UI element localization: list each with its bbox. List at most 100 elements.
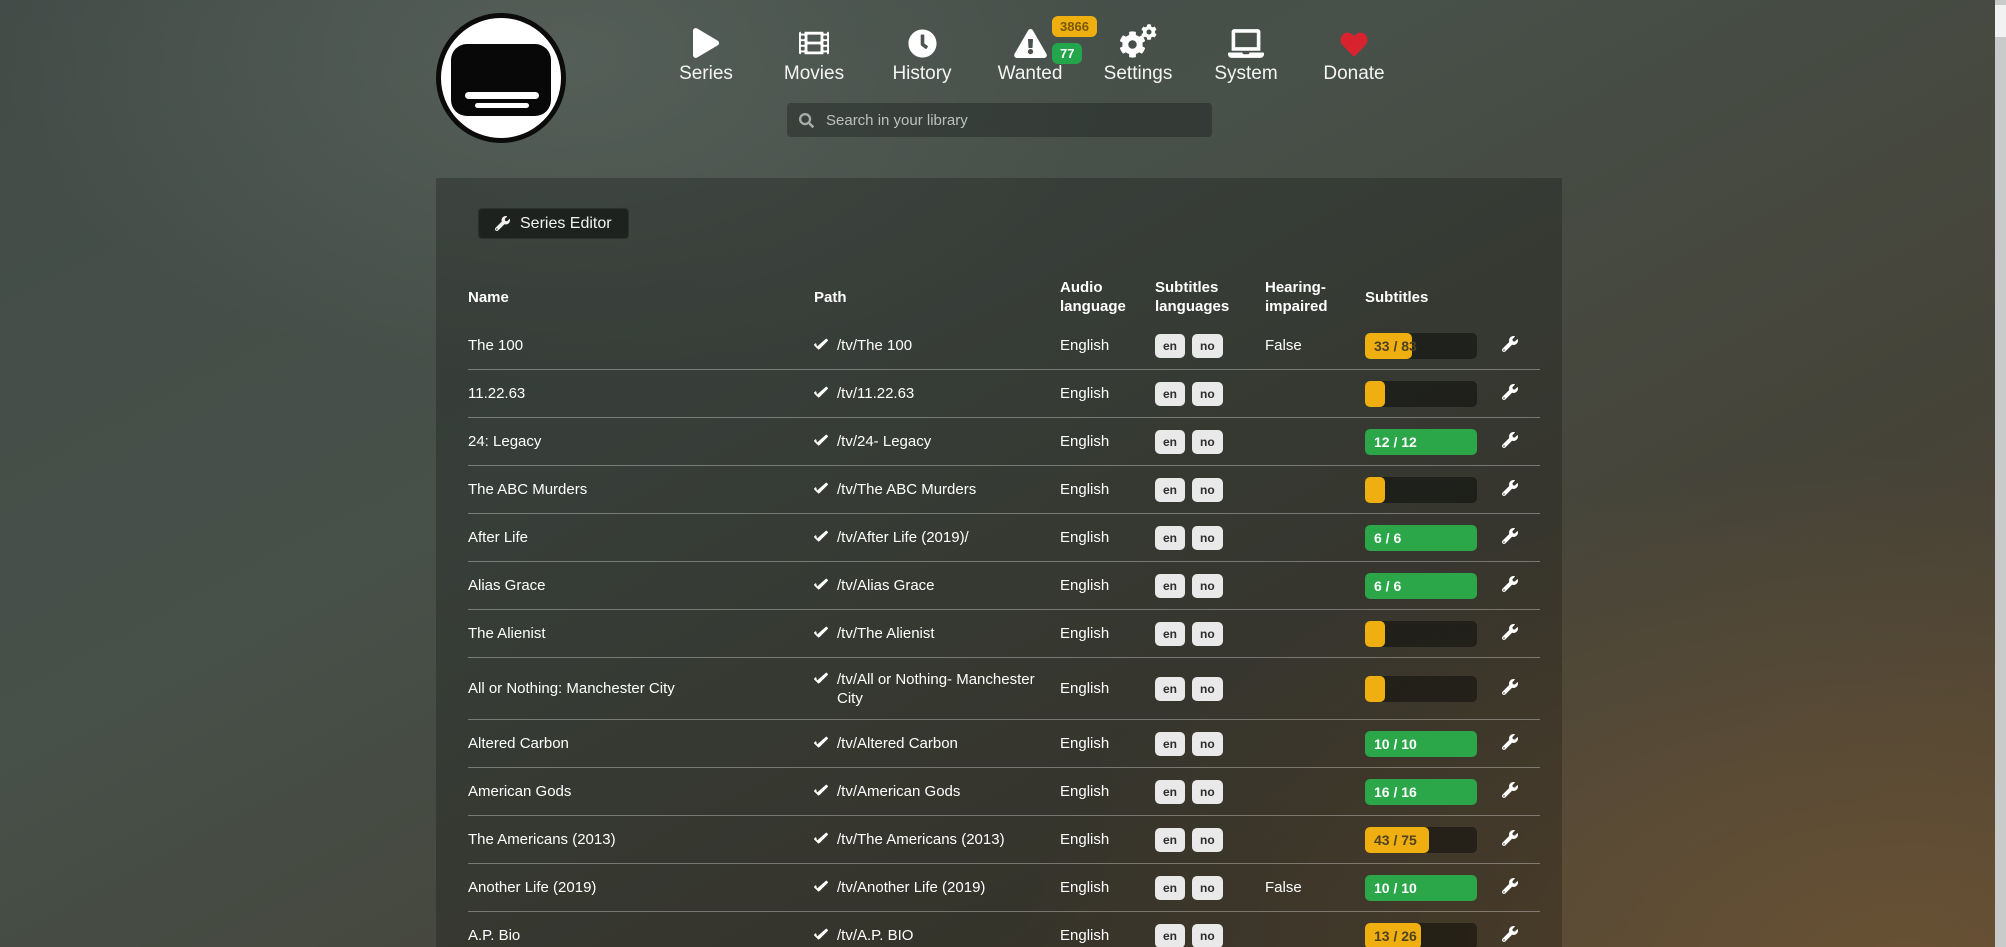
subtitle-language-badge: en	[1155, 334, 1185, 358]
series-path: /tv/11.22.63	[814, 384, 1060, 403]
logo-subtitle-line-1	[465, 92, 539, 99]
nav-item-system[interactable]: System	[1192, 20, 1300, 85]
subtitles-progress-text: 10 / 10	[1365, 736, 1417, 752]
nav-label: Movies	[784, 63, 844, 85]
subtitle-language-badge: no	[1192, 876, 1223, 900]
subtitles-progress-text: 6 / 6	[1365, 578, 1401, 594]
series-path-text: /tv/Alias Grace	[837, 576, 935, 595]
edit-series-button[interactable]	[1490, 384, 1540, 404]
nav-item-donate[interactable]: Donate	[1300, 20, 1408, 85]
series-name[interactable]: Altered Carbon	[468, 735, 814, 752]
subtitles-progress: 6 / 6	[1365, 525, 1490, 551]
nav-item-movies[interactable]: Movies	[760, 20, 868, 85]
subtitle-language-badge: en	[1155, 876, 1185, 900]
subtitles-progress: 43 / 75	[1365, 827, 1490, 853]
series-name[interactable]: 11.22.63	[468, 385, 814, 402]
check-icon	[814, 626, 828, 640]
subtitles-progress-bar: 6 / 6	[1365, 573, 1477, 599]
search-input[interactable]	[826, 112, 1200, 129]
edit-series-button[interactable]	[1490, 576, 1540, 596]
subtitles-progress-bar: 10 / 10	[1365, 875, 1477, 901]
series-name[interactable]: Another Life (2019)	[468, 879, 814, 896]
series-name[interactable]: A.P. Bio	[468, 927, 814, 944]
subtitle-language-badge: no	[1192, 828, 1223, 852]
nav-item-series[interactable]: Series	[652, 20, 760, 85]
wrench-icon	[495, 216, 510, 231]
page-scrollbar-track[interactable]	[1995, 0, 2006, 947]
subtitles-progress-bar	[1365, 676, 1477, 702]
audio-language: English	[1060, 831, 1155, 848]
subtitle-language-badge: no	[1192, 732, 1223, 756]
edit-series-button[interactable]	[1490, 528, 1540, 548]
subtitles-progress: 16 / 16	[1365, 779, 1490, 805]
edit-series-button[interactable]	[1490, 432, 1540, 452]
check-icon	[814, 482, 828, 496]
subtitles-progress: 6 / 6	[1365, 573, 1490, 599]
series-path-text: /tv/The Americans (2013)	[837, 830, 1005, 849]
nav-item-settings[interactable]: Settings	[1084, 20, 1192, 85]
subtitles-progress-text: 33 / 83	[1365, 338, 1417, 354]
nav-label: Donate	[1323, 63, 1384, 85]
edit-series-button[interactable]	[1490, 336, 1540, 356]
edit-series-button[interactable]	[1490, 830, 1540, 850]
series-table-body: The 100 /tv/The 100 English enno False 3…	[468, 322, 1540, 947]
wrench-icon	[1502, 878, 1518, 894]
edit-series-button[interactable]	[1490, 878, 1540, 898]
nav-item-history[interactable]: History	[868, 20, 976, 85]
series-name[interactable]: The Americans (2013)	[468, 831, 814, 848]
series-path: /tv/The Alienist	[814, 624, 1060, 643]
subtitles-progress-bar: 43 / 75	[1365, 827, 1477, 853]
table-row: Altered Carbon /tv/Altered Carbon Englis…	[468, 720, 1540, 768]
subtitle-language-badge: no	[1192, 430, 1223, 454]
subtitle-language-badge: no	[1192, 478, 1223, 502]
subtitles-progress-text: 16 / 16	[1365, 784, 1417, 800]
nav-label: System	[1214, 63, 1277, 85]
subtitles-progress: 10 / 10	[1365, 731, 1490, 757]
series-path: /tv/Alias Grace	[814, 576, 1060, 595]
table-row: The ABC Murders /tv/The ABC Murders Engl…	[468, 466, 1540, 514]
wrench-icon	[1502, 432, 1518, 448]
page-scrollbar-thumb[interactable]	[1995, 5, 2006, 37]
series-name[interactable]: The 100	[468, 337, 814, 354]
nav-item-wanted[interactable]: Wanted 3866 77	[976, 20, 1084, 85]
subtitles-progress-fill: 12 / 12	[1365, 429, 1477, 455]
hearing-impaired-value: False	[1265, 879, 1365, 896]
edit-series-button[interactable]	[1490, 624, 1540, 644]
subtitle-languages: enno	[1155, 677, 1265, 701]
subtitle-languages: enno	[1155, 876, 1265, 900]
series-name[interactable]: Alias Grace	[468, 577, 814, 594]
edit-series-button[interactable]	[1490, 926, 1540, 946]
series-name[interactable]: After Life	[468, 529, 814, 546]
subtitle-language-badge: no	[1192, 382, 1223, 406]
subtitles-progress-fill: 10 / 10	[1365, 875, 1477, 901]
column-header-subtitles-languages: Subtitles languages	[1155, 278, 1265, 316]
wrench-icon	[1502, 926, 1518, 942]
edit-series-button[interactable]	[1490, 782, 1540, 802]
audio-language: English	[1060, 481, 1155, 498]
edit-series-button[interactable]	[1490, 480, 1540, 500]
series-name[interactable]: 24: Legacy	[468, 433, 814, 450]
subtitle-language-badge: en	[1155, 574, 1185, 598]
series-path-text: /tv/24- Legacy	[837, 432, 931, 451]
series-name[interactable]: The ABC Murders	[468, 481, 814, 498]
series-name[interactable]: The Alienist	[468, 625, 814, 642]
play-icon	[693, 20, 719, 58]
laptop-icon	[1228, 20, 1264, 58]
nav-label: Wanted	[998, 63, 1063, 85]
series-editor-button[interactable]: Series Editor	[478, 208, 629, 239]
subtitle-language-badge: en	[1155, 828, 1185, 852]
series-path: /tv/Another Life (2019)	[814, 878, 1060, 897]
table-row: Another Life (2019) /tv/Another Life (20…	[468, 864, 1540, 912]
subtitles-progress-bar: 13 / 26	[1365, 923, 1477, 947]
wrench-icon	[1502, 624, 1518, 640]
series-name[interactable]: All or Nothing: Manchester City	[468, 680, 814, 697]
subtitle-language-badge: en	[1155, 780, 1185, 804]
subtitle-languages: enno	[1155, 622, 1265, 646]
series-name[interactable]: American Gods	[468, 783, 814, 800]
subtitle-language-badge: no	[1192, 574, 1223, 598]
subtitles-progress-bar	[1365, 381, 1477, 407]
bazarr-logo[interactable]	[436, 13, 566, 143]
series-path: /tv/After Life (2019)/	[814, 528, 1060, 547]
edit-series-button[interactable]	[1490, 679, 1540, 699]
edit-series-button[interactable]	[1490, 734, 1540, 754]
